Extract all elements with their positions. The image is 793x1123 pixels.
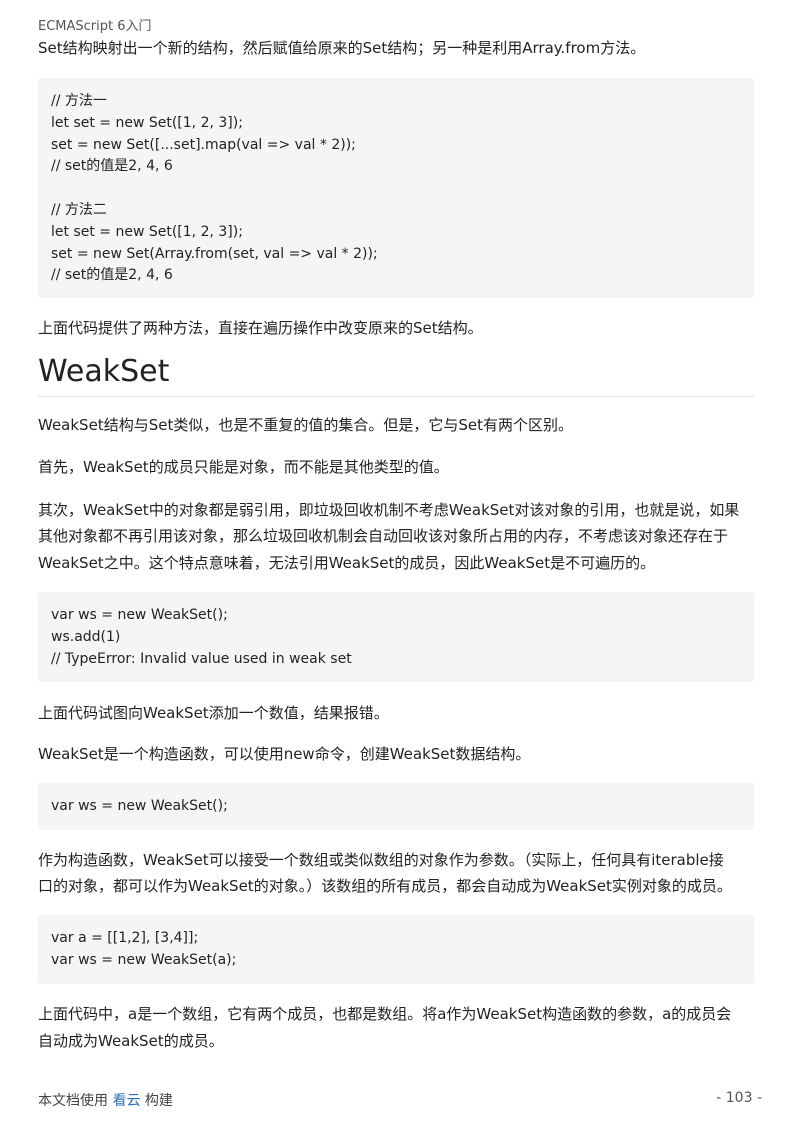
paragraph-line: 作为构造函数，WeakSet可以接受一个数组或类似数组的对象作为参数。（实际上，…	[38, 851, 724, 869]
code-line: let set = new Set([1, 2, 3]);	[51, 223, 243, 240]
code-line: var ws = new WeakSet();	[51, 798, 228, 814]
page-number: - 103 -	[716, 1090, 762, 1106]
code-line: // 方法二	[51, 201, 107, 218]
code-line: var a = [[1,2], [3,4]];	[51, 930, 199, 946]
paragraph-line: 口的对象，都可以作为WeakSet的对象。）该数组的所有成员，都会自动成为Wea…	[38, 877, 732, 895]
paragraph-weakset-intro: WeakSet结构与Set类似，也是不重复的值的集合。但是，它与Set有两个区别…	[38, 416, 573, 434]
paragraph-after-code-1: 上面代码提供了两种方法，直接在遍历操作中改变原来的Set结构。	[38, 319, 483, 337]
footer-prefix: 本文档使用	[38, 1093, 108, 1109]
intro-paragraph: Set结构映射出一个新的结构，然后赋值给原来的Set结构；另一种是利用Array…	[38, 39, 646, 57]
code-line: // TypeError: Invalid value used in weak…	[51, 650, 352, 667]
paragraph-line: 其他对象都不再引用该对象，那么垃圾回收机制会自动回收该对象所占用的内存，不考虑该…	[38, 527, 729, 545]
paragraph-first-difference: 首先，WeakSet的成员只能是对象，而不能是其他类型的值。	[38, 458, 449, 476]
paragraph-line: WeakSet之中。这个特点意味着，无法引用WeakSet的成员，因此WeakS…	[38, 554, 656, 572]
code-line: // 方法一	[51, 93, 107, 109]
footer-suffix: 构建	[144, 1093, 173, 1109]
code-block-2: var ws = new WeakSet(); ws.add(1) // Typ…	[38, 592, 754, 682]
paragraph-line: 自动成为WeakSet的成员。	[38, 1032, 224, 1050]
code-line: // set的值是2, 4, 6	[51, 158, 173, 175]
code-line: set = new Set([...set].map(val => val * …	[51, 136, 356, 153]
paragraph-constructor: WeakSet是一个构造函数，可以使用new命令，创建WeakSet数据结构。	[38, 745, 531, 763]
code-line: ws.add(1)	[51, 628, 121, 645]
code-line: var ws = new WeakSet(a);	[51, 951, 237, 968]
code-line: set = new Set(Array.from(set, val => val…	[51, 245, 378, 262]
paragraph-line: 上面代码中，a是一个数组，它有两个成员，也都是数组。将a作为WeakSet构造函…	[38, 1005, 732, 1023]
heading-divider	[38, 396, 754, 397]
paragraph-line: 其次，WeakSet中的对象都是弱引用，即垃圾回收机制不考虑WeakSet对该对…	[38, 501, 740, 519]
code-block-3: var ws = new WeakSet();	[38, 783, 754, 830]
code-block-1: // 方法一 let set = new Set([1, 2, 3]); set…	[38, 78, 754, 298]
running-head: ECMAScript 6入门	[38, 19, 152, 34]
code-line: let set = new Set([1, 2, 3]);	[51, 114, 243, 131]
code-block-4: var a = [[1,2], [3,4]]; var ws = new Wea…	[38, 915, 754, 984]
footer-credit: 本文档使用 看云 构建	[38, 1090, 173, 1110]
paragraph-after-code-2: 上面代码试图向WeakSet添加一个数值，结果报错。	[38, 704, 389, 722]
code-line: // set的值是2, 4, 6	[51, 267, 173, 284]
code-line: var ws = new WeakSet();	[51, 607, 228, 623]
footer-brand-link[interactable]: 看云	[112, 1093, 140, 1109]
section-heading-weakset: WeakSet	[38, 354, 170, 389]
